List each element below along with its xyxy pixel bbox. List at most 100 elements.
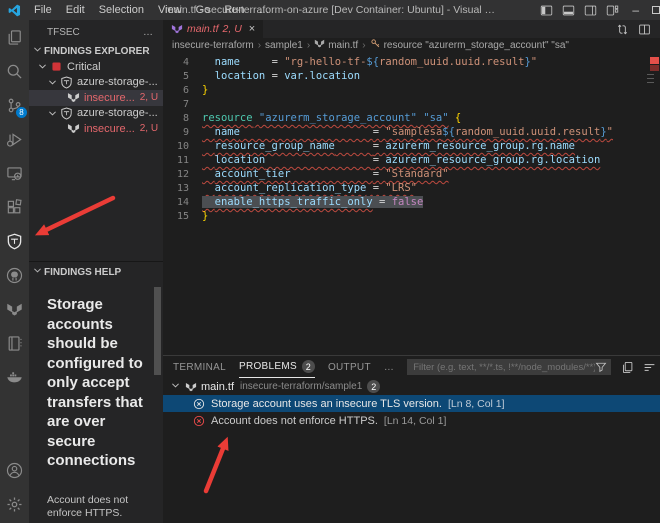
terraform-icon [67, 91, 80, 104]
line-number: 6 [163, 85, 189, 96]
split-editor-icon[interactable] [638, 23, 651, 36]
panel-tab-[interactable]: … [384, 356, 394, 378]
more-actions-icon[interactable]: … [143, 27, 153, 38]
breadcrumb-item[interactable]: sample1 [265, 40, 303, 51]
close-icon[interactable]: × [249, 23, 255, 35]
activity-tfsec-button[interactable] [0, 224, 29, 258]
tree-item-insecure-[interactable]: insecure...2, U [29, 121, 163, 137]
titlebar-controls: – [540, 3, 660, 17]
activity-remote-explorer-button[interactable] [0, 156, 29, 190]
chevron-down-icon [32, 44, 44, 58]
error-icon [193, 415, 205, 427]
layout-customize-icon[interactable] [606, 4, 619, 17]
code-line-4[interactable]: 4 name = "rg-hello-tf-${random_uuid.uuid… [163, 55, 660, 69]
window-minimize-button[interactable]: – [628, 3, 643, 17]
tab-main-tf[interactable]: main.tf 2, U × [163, 20, 263, 38]
breadcrumb-label: insecure-terraform [172, 40, 254, 51]
tree-item-label: Critical [67, 61, 101, 73]
activity-extensions-button[interactable] [0, 190, 29, 224]
activity-explorer-button[interactable] [0, 20, 29, 54]
settings-icon [6, 496, 23, 513]
activity-terraform-button[interactable] [0, 292, 29, 326]
problems-count-badge: 2 [302, 360, 315, 373]
tree-item-azure-storage-[interactable]: azure-storage-... [29, 75, 163, 91]
collapse-all-icon[interactable] [643, 361, 656, 374]
code-line-10[interactable]: 10 resource_group_name = azurerm_resourc… [163, 139, 660, 153]
activity-notebook-button[interactable] [0, 326, 29, 360]
activity-account-button[interactable] [0, 453, 29, 487]
code-line-7[interactable]: 7 [163, 97, 660, 111]
code-line-15[interactable]: 15} [163, 209, 660, 223]
activity-github-button[interactable] [0, 258, 29, 292]
activity-bar-bottom [0, 453, 29, 521]
problems-file-group[interactable]: main.tfinsecure-terraform/sample12 [163, 378, 660, 395]
code-line-9[interactable]: 9 name = "samplesa${random_uuid.uuid.res… [163, 125, 660, 139]
tree-item-critical[interactable]: Critical [29, 59, 163, 75]
line-number: 9 [163, 127, 189, 138]
breadcrumb-item[interactable]: insecure-terraform [172, 40, 254, 51]
code-text: name = "rg-hello-tf-${random_uuid.uuid.r… [202, 56, 537, 68]
breadcrumb-item[interactable]: resource "azurerm_storage_account" "sa" [370, 38, 569, 52]
window-maximize-button[interactable] [652, 6, 660, 14]
panel-tab-terminal[interactable]: TERMINAL [173, 356, 226, 378]
layout-sidebar-right-icon[interactable] [584, 4, 597, 17]
code-editor[interactable]: 4 name = "rg-hello-tf-${random_uuid.uuid… [163, 52, 660, 355]
activity-settings-button[interactable] [0, 487, 29, 521]
activity-source-control-button[interactable]: 8 [0, 88, 29, 122]
run-debug-icon [6, 131, 23, 148]
problem-row-2[interactable]: Account does not enforce HTTPS.[Ln 14, C… [163, 412, 660, 429]
minimap[interactable] [647, 54, 660, 224]
panel-tab-output[interactable]: OUTPUT [328, 356, 371, 378]
problem-location: [Ln 14, Col 1] [384, 415, 446, 427]
menu-item-selection[interactable]: Selection [92, 4, 151, 16]
code-text: } [202, 84, 208, 96]
problem-row-1[interactable]: Storage account uses an insecure TLS ver… [163, 395, 660, 412]
open-changes-icon[interactable] [616, 23, 629, 36]
sidebar-scrollbar[interactable] [154, 287, 161, 375]
line-number: 15 [163, 211, 189, 222]
menu-item-file[interactable]: File [27, 4, 59, 16]
copy-icon[interactable] [621, 361, 634, 374]
code-line-13[interactable]: 13 account_replication_type = "LRS" [163, 181, 660, 195]
filter-funnel-icon[interactable] [595, 361, 607, 373]
code-line-12[interactable]: 12 account_tier = "Standard" [163, 167, 660, 181]
layout-sidebar-left-icon[interactable] [540, 4, 553, 17]
symbol-key-icon [370, 38, 384, 52]
minimap-line [647, 82, 654, 83]
code-text: location = azurerm_resource_group.rg.loc… [202, 154, 600, 166]
sidebar-header: TFSEC … [29, 20, 163, 43]
activity-docker-button[interactable] [0, 360, 29, 394]
code-line-8[interactable]: 8resource "azurerm_storage_account" "sa"… [163, 111, 660, 125]
code-line-11[interactable]: 11 location = azurerm_resource_group.rg.… [163, 153, 660, 167]
filter-input[interactable] [413, 362, 595, 373]
breadcrumb-item[interactable]: main.tf [314, 38, 358, 52]
terraform-file-icon [171, 23, 183, 35]
menu-item-edit[interactable]: Edit [59, 4, 92, 16]
panel-tab-problems[interactable]: PROBLEMS 2 [239, 356, 315, 378]
tree-item-decoration: 2, U [140, 123, 158, 134]
code-line-5[interactable]: 5 location = var.location [163, 69, 660, 83]
line-number: 14 [163, 197, 189, 208]
problems-filter [407, 359, 611, 375]
findings-tree: Criticalazure-storage-...insecure...2, U… [29, 59, 163, 137]
chevron-down-icon [47, 77, 58, 88]
problem-location: [Ln 8, Col 1] [448, 398, 505, 410]
activity-run-debug-button[interactable] [0, 122, 29, 156]
findings-help-section-header[interactable]: FINDINGS HELP [29, 264, 163, 280]
chevron-down-icon [32, 265, 44, 279]
activity-search-button[interactable] [0, 54, 29, 88]
code-text: resource_group_name = azurerm_resource_g… [202, 140, 575, 152]
code-line-14[interactable]: 14 enable_https_traffic_only = false [163, 195, 660, 209]
line-number: 13 [163, 183, 189, 194]
code-line-6[interactable]: 6} [163, 83, 660, 97]
layout-panel-icon[interactable] [562, 4, 575, 17]
tree-item-insecure-[interactable]: insecure...2, U [29, 90, 163, 106]
findings-explorer-section-header[interactable]: FINDINGS EXPLORER [29, 43, 163, 59]
tree-item-azure-storage-[interactable]: azure-storage-... [29, 106, 163, 122]
line-number: 8 [163, 113, 189, 124]
minimap-error-marker [650, 57, 659, 64]
problems-file-name: main.tf [201, 381, 234, 393]
problems-file-path: insecure-terraform/sample1 [240, 381, 362, 392]
panel-tab-label: PROBLEMS [239, 361, 297, 372]
breadcrumb-separator: › [307, 40, 310, 51]
